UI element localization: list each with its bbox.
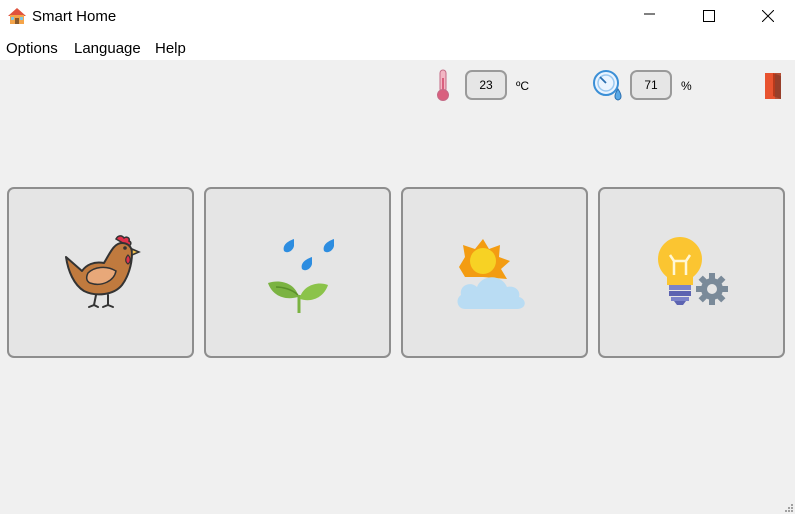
close-icon xyxy=(762,10,774,22)
menu-help[interactable]: Help xyxy=(155,40,186,57)
humidity-value: 71 xyxy=(630,70,672,100)
humidity-gauge-icon xyxy=(593,70,622,101)
tile-irrigation[interactable] xyxy=(204,187,391,358)
plant-watering-icon xyxy=(268,239,334,313)
menu-options[interactable]: Options xyxy=(6,40,58,57)
chicken-icon xyxy=(65,235,141,308)
thermometer-icon xyxy=(437,69,449,101)
window-title: Smart Home xyxy=(32,8,117,25)
title-bar: Smart Home xyxy=(0,0,795,33)
close-button[interactable] xyxy=(745,0,791,33)
humidity-unit: % xyxy=(681,79,692,93)
minimize-button[interactable] xyxy=(627,0,673,33)
door-exit-icon[interactable] xyxy=(764,72,782,100)
lightbulb-gear-icon xyxy=(658,237,728,305)
tile-lighting[interactable] xyxy=(598,187,785,358)
sun-cloud-icon xyxy=(457,239,525,309)
temperature-value: 23 xyxy=(465,70,507,100)
resize-grip-icon[interactable] xyxy=(785,504,793,512)
minimize-icon xyxy=(644,13,655,15)
temperature-unit: ºC xyxy=(516,79,530,93)
maximize-icon xyxy=(703,10,715,22)
menu-bar: Options Language Help xyxy=(0,33,795,60)
maximize-button[interactable] xyxy=(686,0,732,33)
tile-weather[interactable] xyxy=(401,187,588,358)
tile-chicken[interactable] xyxy=(7,187,194,358)
house-icon xyxy=(8,8,26,24)
menu-language[interactable]: Language xyxy=(74,40,141,57)
